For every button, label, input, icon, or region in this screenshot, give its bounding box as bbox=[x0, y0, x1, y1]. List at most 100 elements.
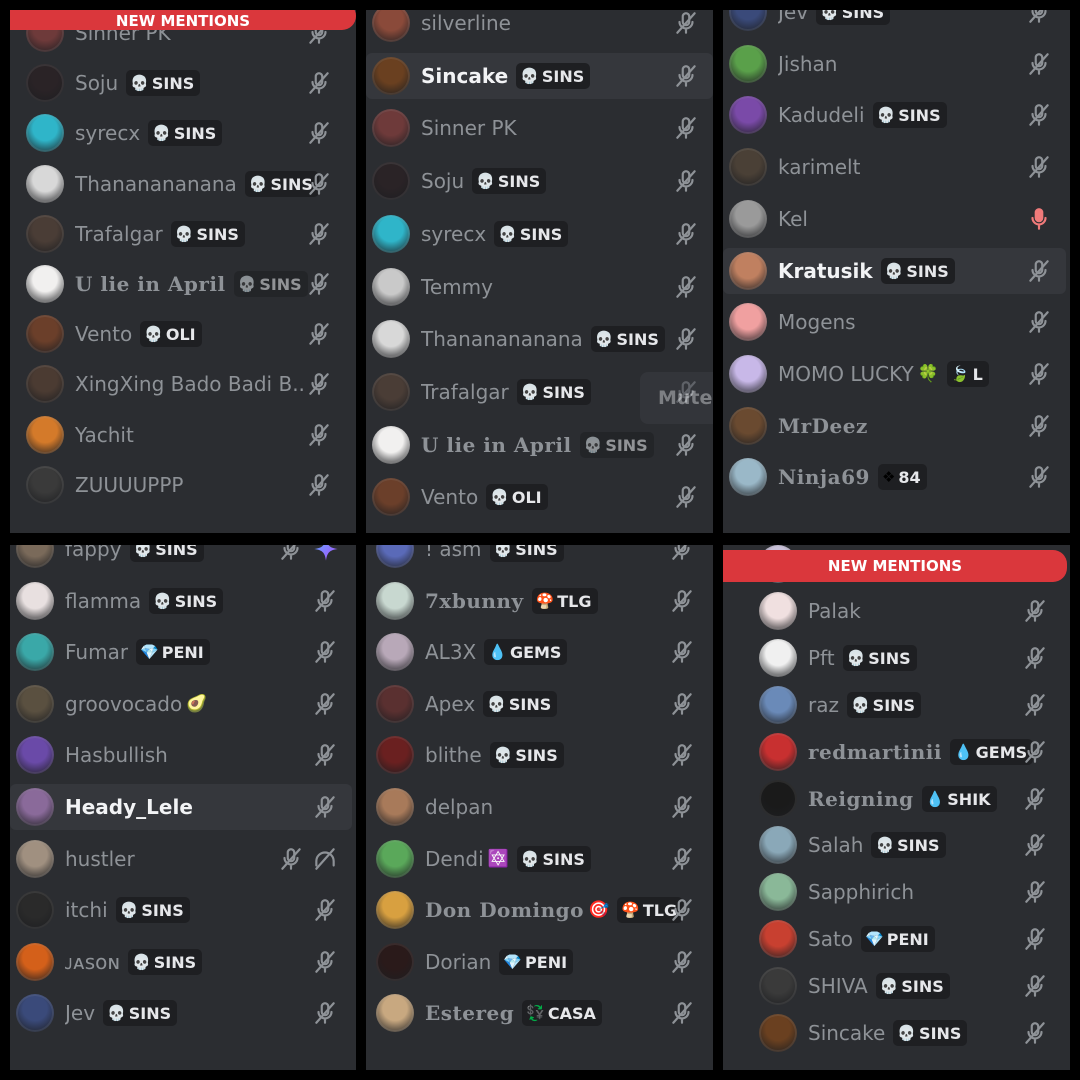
server-tag[interactable]: 💀 SINS bbox=[579, 432, 654, 458]
member-row-karimelt[interactable]: karimelt bbox=[723, 144, 1066, 190]
member-row-shiva[interactable]: SHIVA 💀 SINS bbox=[753, 963, 1062, 1009]
server-tag[interactable]: 💀 SINS bbox=[893, 1020, 968, 1046]
member-row-thananananana[interactable]: Thananananana 💀 SINS bbox=[366, 316, 713, 362]
member-row-thananananana[interactable]: Thananananana 💀 SINS bbox=[20, 161, 346, 207]
server-tag[interactable]: 💀 SINS bbox=[233, 271, 308, 297]
member-row-kel[interactable]: Kel bbox=[723, 196, 1066, 242]
server-tag[interactable]: 💀 SINS bbox=[880, 258, 955, 284]
server-tag[interactable]: 💀 SINS bbox=[494, 221, 569, 247]
server-tag[interactable]: 💀 SINS bbox=[816, 10, 891, 25]
skull-icon: 💀 bbox=[850, 696, 870, 714]
server-tag[interactable]: 💀 SINS bbox=[489, 742, 564, 768]
server-tag[interactable]: 💀 SINS bbox=[126, 70, 201, 96]
member-row-soju[interactable]: Soju 💀 SINS bbox=[20, 60, 346, 106]
member-row-soju[interactable]: Soju 💀 SINS bbox=[366, 158, 713, 204]
member-row-mrdeez[interactable]: MrDeez bbox=[723, 403, 1066, 449]
member-row-jev[interactable]: Jev 💀 SINS bbox=[10, 990, 352, 1036]
member-row-vento[interactable]: Vento 💀 OLI bbox=[20, 311, 346, 357]
server-tag[interactable]: 💱 CASA bbox=[522, 1000, 602, 1026]
member-row-pft[interactable]: Pft 💀 SINS bbox=[753, 635, 1062, 681]
server-tag[interactable]: 💀 SINS bbox=[472, 168, 547, 194]
server-tag[interactable]: 💀 SINS bbox=[516, 379, 591, 405]
server-tag[interactable]: 💀 SINS bbox=[590, 326, 665, 352]
server-tag[interactable]: 💀 SINS bbox=[842, 645, 917, 671]
server-tag[interactable]: 💎 PENI bbox=[136, 639, 210, 665]
member-row-raz[interactable]: raz 💀 SINS bbox=[753, 682, 1062, 728]
member-row-heady-lele[interactable]: Heady_Lele bbox=[10, 784, 352, 830]
server-tag[interactable]: 💧 GEMS bbox=[949, 739, 1034, 765]
member-row-blithe[interactable]: blithe 💀 SINS bbox=[370, 732, 709, 778]
server-tag[interactable]: 💎 PENI bbox=[861, 926, 935, 952]
server-tag[interactable]: ❖ 84 bbox=[877, 464, 927, 490]
member-row-hustler[interactable]: hustler bbox=[10, 836, 352, 882]
server-tag[interactable]: 💎 PENI bbox=[499, 949, 574, 975]
member-row-vento[interactable]: Vento 💀 OLI bbox=[366, 474, 713, 520]
member-row-flamma[interactable]: flamma 💀 SINS bbox=[10, 578, 352, 624]
member-row-syrecx[interactable]: syrecx 💀 SINS bbox=[366, 211, 713, 257]
server-tag[interactable]: 💀 SINS bbox=[871, 832, 946, 858]
member-row-palak[interactable]: Palak bbox=[753, 588, 1062, 634]
server-tag[interactable]: 💀 OLI bbox=[140, 321, 202, 347]
server-tag[interactable]: 💀 SINS bbox=[170, 221, 245, 247]
member-row-itchi[interactable]: itchi 💀 SINS bbox=[10, 887, 352, 933]
member-row-u-lie-in-april[interactable]: U lie in April 💀 SINS bbox=[20, 261, 346, 307]
member-row-delpan[interactable]: delpan bbox=[370, 784, 709, 830]
server-tag[interactable]: 🍃 L bbox=[946, 361, 989, 387]
member-row-yachit[interactable]: Yachit bbox=[20, 412, 346, 458]
server-tag[interactable]: 💀 SINS bbox=[872, 102, 947, 128]
member-row-sinner-pk[interactable]: Sinner PK bbox=[366, 105, 713, 151]
member-row-ninja69[interactable]: Ninja69 ❖ 84 bbox=[723, 454, 1066, 500]
member-row-asm[interactable]: ! asm 💀 SINS bbox=[370, 545, 709, 572]
member-row-dendi[interactable]: Dendi 🔯 💀 SINS bbox=[370, 836, 709, 882]
member-row-don-domingo[interactable]: Don Domingo 🎯 🍄 TLG bbox=[370, 887, 709, 933]
member-row-7xbunny[interactable]: 7xbunny 🍄 TLG bbox=[370, 578, 709, 624]
member-row-sato[interactable]: Sato 💎 PENI bbox=[753, 916, 1062, 962]
member-row-kratusik[interactable]: Kratusik 💀 SINS bbox=[723, 248, 1066, 294]
member-row-jev[interactable]: Jev 💀 SINS bbox=[723, 10, 1066, 35]
server-tag[interactable]: 💀 SINS bbox=[516, 846, 591, 872]
member-row-zuuuuppp[interactable]: ZUUUUPPP bbox=[20, 462, 346, 508]
server-tag[interactable]: 💧 SHIK bbox=[921, 786, 997, 812]
member-row-momo-lucky[interactable]: MOMO LUCKY 🍀 🍃 L bbox=[723, 351, 1066, 397]
member-row-jishan[interactable]: Jishan bbox=[723, 41, 1066, 87]
member-row-hasbullish[interactable]: Hasbullish bbox=[10, 732, 352, 778]
member-row-sincake[interactable]: Sincake 💀 SINS bbox=[366, 53, 713, 99]
member-row-temmy[interactable]: Temmy bbox=[366, 264, 713, 310]
server-tag[interactable]: 💀 SINS bbox=[128, 949, 203, 975]
member-row-sapphirich[interactable]: Sapphirich bbox=[753, 869, 1062, 915]
server-tag[interactable]: 💀 SINS bbox=[483, 691, 558, 717]
new-mentions-banner[interactable]: NEW MENTIONS bbox=[10, 10, 356, 30]
member-row-s[interactable]: ᴊᴀsᴏɴ 💀 SINS bbox=[10, 939, 352, 985]
member-row-u-lie-in-april[interactable]: U lie in April 💀 SINS bbox=[366, 422, 713, 468]
member-row-apex[interactable]: Apex 💀 SINS bbox=[370, 681, 709, 727]
server-tag[interactable]: 💀 SINS bbox=[875, 973, 950, 999]
member-row-groovocado[interactable]: groovocado 🥑 bbox=[10, 681, 352, 727]
server-tag[interactable]: 💀 SINS bbox=[148, 120, 223, 146]
member-row-dorian[interactable]: Dorian 💎 PENI bbox=[370, 939, 709, 985]
member-row-mogens[interactable]: Mogens bbox=[723, 299, 1066, 345]
server-tag[interactable]: 💀 SINS bbox=[115, 897, 190, 923]
server-tag[interactable]: 💀 SINS bbox=[149, 588, 224, 614]
server-tag[interactable]: 💀 SINS bbox=[103, 1000, 178, 1026]
member-row-trafalgar[interactable]: Trafalgar 💀 SINS bbox=[20, 211, 346, 257]
member-row-fumar[interactable]: Fumar 💎 PENI bbox=[10, 629, 352, 675]
server-tag[interactable]: 💀 SINS bbox=[846, 692, 922, 718]
server-tag[interactable]: 💀 SINS bbox=[489, 545, 564, 562]
member-row-salah[interactable]: Salah 💀 SINS bbox=[753, 822, 1062, 868]
member-row-reigning[interactable]: Reigning 💧 SHIK bbox=[753, 776, 1062, 822]
member-row-sincake[interactable]: Sincake 💀 SINS bbox=[753, 1010, 1062, 1056]
member-row-xingxing-bado-badi-b[interactable]: XingXing Bado Badi B... bbox=[20, 361, 346, 407]
member-row-al3x[interactable]: AL3X 💧 GEMS bbox=[370, 629, 709, 675]
server-tag[interactable]: 💀 OLI bbox=[486, 484, 548, 510]
member-row-fappy[interactable]: fappy 💀 SINS bbox=[10, 545, 352, 572]
member-row-redmartinii[interactable]: redmartinii 💧 GEMS bbox=[753, 729, 1062, 775]
server-tag[interactable]: 💀 SINS bbox=[129, 545, 204, 562]
member-row-silverline[interactable]: silverline bbox=[366, 10, 713, 46]
member-row-estereg[interactable]: Estereg 💱 CASA bbox=[370, 990, 709, 1036]
server-tag[interactable]: 🍄 TLG bbox=[531, 588, 598, 614]
server-tag[interactable]: 💀 SINS bbox=[516, 63, 591, 89]
member-row-kadudeli[interactable]: Kadudeli 💀 SINS bbox=[723, 92, 1066, 138]
server-tag[interactable]: 💧 GEMS bbox=[484, 639, 568, 665]
member-row-syrecx[interactable]: syrecx 💀 SINS bbox=[20, 110, 346, 156]
new-mentions-banner[interactable]: NEW MENTIONS bbox=[723, 550, 1067, 582]
